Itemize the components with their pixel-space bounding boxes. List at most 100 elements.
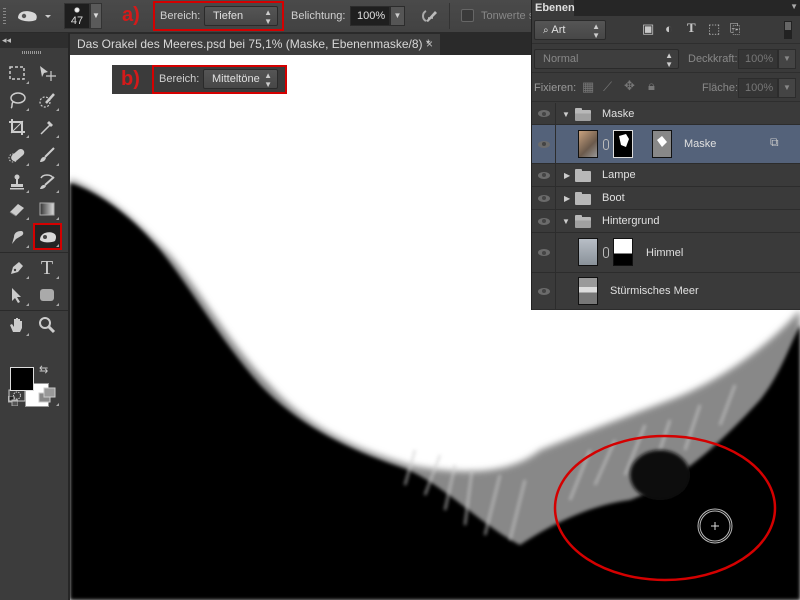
panel-menu-icon[interactable]: ▼ [790,0,798,14]
layer-group-maske[interactable]: ▼ Maske [532,103,800,125]
layer-himmel[interactable]: Himmel [532,233,800,273]
exposure-label: Belichtung: [291,10,346,22]
spot-healing-brush-tool[interactable] [4,143,30,167]
exposure-input[interactable]: 100% [350,6,390,26]
clone-stamp-tool[interactable] [4,170,30,194]
pen-tool[interactable] [4,256,30,280]
link-chain-icon[interactable] [603,247,609,258]
options-overlay-b: b) Bereich: Mitteltöne ▲ ▼ [112,65,287,94]
swap-colors-icon[interactable]: ⇆ [39,363,48,376]
layer-mask-thumbnail[interactable] [613,130,633,158]
layer-thumbnail[interactable] [578,277,598,305]
blend-mode-select[interactable]: Normal ▲ ▼ [534,49,679,69]
layer-thumbnail[interactable] [578,238,598,266]
filter-toggle-switch[interactable] [784,21,792,39]
foreground-color-swatch[interactable] [10,367,34,391]
brush-picker-dropdown[interactable]: ▼ [90,3,102,29]
visibility-eye-icon[interactable] [532,125,556,163]
eraser-tool[interactable] [4,197,30,221]
layer-group-lampe[interactable]: ▶ Lampe [532,164,800,187]
fill-input[interactable]: 100% [738,78,778,98]
visibility-eye-icon[interactable] [532,233,556,272]
lasso-tool[interactable] [4,88,30,112]
visibility-eye-icon[interactable] [532,273,556,309]
layer-mask-thumbnail[interactable] [613,238,633,266]
move-tool[interactable] [34,61,60,85]
rectangular-marquee-tool[interactable] [4,61,30,85]
gradient-icon [39,202,55,216]
fill-dropdown[interactable]: ▼ [778,78,796,98]
visibility-eye-icon[interactable] [532,164,556,186]
layer-stuermisches-meer[interactable]: Stürmisches Meer [532,273,800,310]
lock-transparent-icon[interactable]: ▦ [582,79,594,95]
rectangle-tool[interactable] [34,283,60,307]
layer-name: Maske [684,138,717,150]
pen-icon [11,262,23,274]
airbrush-icon[interactable] [418,7,440,25]
layer-name: Himmel [646,247,684,259]
screen-mode-icon [38,387,56,403]
crop-tool[interactable] [4,115,30,139]
zoom-tool[interactable] [34,313,60,337]
collapse-triangle-icon[interactable]: ▶ [564,171,570,180]
link-chain-icon[interactable] [603,139,609,150]
expand-triangle-icon[interactable]: ▼ [562,110,570,119]
opacity-dropdown[interactable]: ▼ [778,49,796,69]
type-tool[interactable]: T [34,256,60,280]
shape-layer-filter-icon[interactable]: ⬚ [708,21,720,37]
exposure-dropdown[interactable]: ▼ [390,6,405,26]
hand-icon [10,318,22,332]
smart-object-filter-icon[interactable]: ⎘ [730,21,740,37]
expand-triangle-icon[interactable]: ▼ [562,217,570,226]
layer-name: Hintergrund [602,215,660,227]
brush-preset-picker[interactable]: 47 [64,3,90,29]
range-select-value: Tiefen [213,10,244,22]
visibility-eye-icon[interactable] [532,187,556,209]
range-select[interactable]: Tiefen ▲ ▼ [204,6,278,26]
document-tab[interactable]: Das Orakel des Meeres.psd bei 75,1% (Mas… [70,34,440,55]
type-layer-filter-icon[interactable]: T [687,20,696,36]
smudge-tool[interactable] [4,225,30,249]
visibility-eye-icon[interactable] [532,103,556,124]
collapse-triangle-icon[interactable]: ▶ [564,194,570,203]
protect-tones-checkbox[interactable] [461,9,474,22]
options-bar-grip[interactable] [3,8,6,24]
range-select-b[interactable]: Mitteltöne ▲ ▼ [203,69,278,89]
magnifier-icon [39,317,56,334]
tools-divider [0,252,68,253]
close-document-icon[interactable]: × [426,34,433,55]
layer-maske[interactable]: Maske ⧉ [532,125,800,164]
opacity-input[interactable]: 100% [738,49,778,69]
filter-kind-select[interactable]: ⌕ Art ▲ ▼ [534,20,606,40]
tools-panel-grip[interactable] [22,51,42,54]
adjustment-layer-filter-icon[interactable]: ◐ [665,21,673,36]
lock-all-icon[interactable]: 🔒︎ [648,78,655,94]
gradient-tool[interactable] [34,197,60,221]
quick-selection-tool[interactable] [34,88,60,112]
lock-position-icon[interactable]: ✥ [624,78,635,94]
dodge-burn-sponge-tool[interactable] [33,223,62,250]
eyedropper-tool[interactable] [34,115,60,139]
layer-thumbnail[interactable] [578,130,598,158]
layer-group-hintergrund[interactable]: ▼ Hintergrund [532,210,800,233]
stamp-icon [10,174,24,190]
collapse-panel-button[interactable]: ◂◂ [0,33,68,48]
vector-mask-thumbnail[interactable] [652,130,672,158]
history-brush-tool[interactable] [34,170,60,194]
sponge-icon [39,231,56,242]
range-label: Bereich: [160,10,201,22]
screen-mode-button[interactable] [34,383,60,407]
range-select-b-value: Mitteltöne [212,73,260,85]
pixel-layer-filter-icon[interactable]: ▣ [642,21,654,37]
layers-tab[interactable]: Ebenen [532,0,575,16]
smart-filter-icon[interactable]: ⧉ [770,135,779,150]
tool-preset-picker[interactable] [14,6,54,26]
type-icon: T [40,256,54,279]
brush-tool[interactable] [34,143,60,167]
updown-arrow-icon: ▲ ▼ [264,8,272,26]
hand-tool[interactable] [4,313,30,337]
visibility-eye-icon[interactable] [532,210,556,232]
path-selection-tool[interactable] [4,283,30,307]
lock-image-brush-icon[interactable]: ⟋ [603,79,612,95]
layer-group-boot[interactable]: ▶ Boot [532,187,800,210]
